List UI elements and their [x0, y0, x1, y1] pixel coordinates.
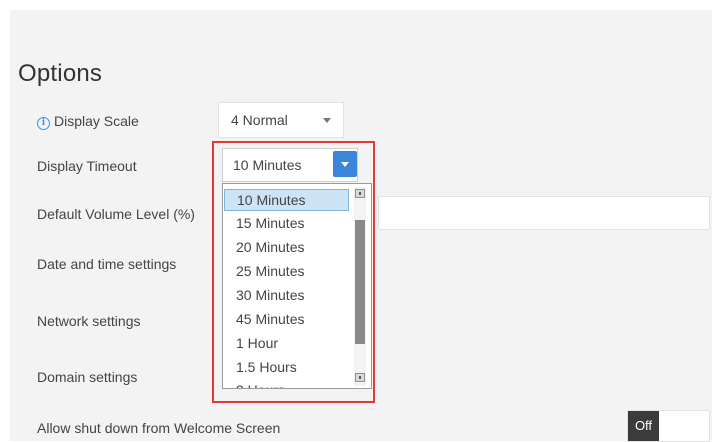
page-title: Options: [18, 60, 103, 87]
network-settings-label[interactable]: Network settings: [37, 313, 140, 329]
default-volume-input[interactable]: [378, 196, 710, 230]
info-icon[interactable]: i: [37, 117, 50, 130]
highlight-box: [212, 141, 375, 403]
allow-shutdown-label: Allow shut down from Welcome Screen: [37, 420, 281, 436]
display-timeout-label: Display Timeout: [37, 158, 137, 174]
display-scale-value: 4 Normal: [231, 112, 288, 128]
default-volume-label: Default Volume Level (%): [37, 206, 195, 222]
display-scale-select[interactable]: 4 Normal: [218, 102, 344, 138]
display-scale-label: i Display Scale: [37, 113, 139, 130]
display-scale-label-text: Display Scale: [54, 113, 139, 129]
shutdown-toggle[interactable]: Off: [627, 410, 710, 442]
toggle-off-state: Off: [628, 411, 659, 441]
domain-settings-label[interactable]: Domain settings: [37, 369, 137, 385]
date-time-settings-label[interactable]: Date and time settings: [37, 256, 176, 272]
chevron-down-icon: [323, 118, 331, 123]
